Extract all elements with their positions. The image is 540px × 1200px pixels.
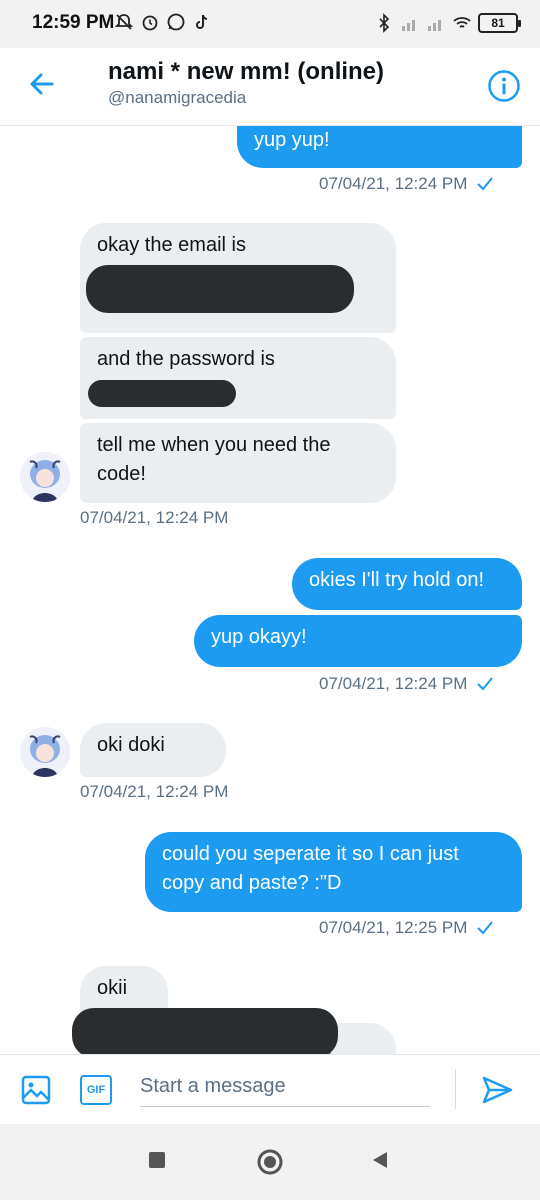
- message-input[interactable]: [140, 1067, 430, 1107]
- battery-indicator: 81: [478, 13, 521, 33]
- back-arrow-icon: [30, 73, 54, 95]
- message-text-line: could you seperate it so I can just: [162, 843, 459, 865]
- message-timestamp: 07/04/21, 12:24 PM: [80, 782, 228, 802]
- timestamp-text: 07/04/21, 12:24 PM: [319, 674, 468, 693]
- back-button[interactable]: [22, 64, 62, 104]
- timestamp-text: 07/04/21, 12:24 PM: [80, 508, 229, 527]
- message-text-line: tell me when you need the: [97, 434, 331, 456]
- conversation-header: nami * new mm! (online) @nanamigracedia: [0, 48, 540, 126]
- send-icon[interactable]: [480, 1073, 514, 1107]
- nav-circle-icon[interactable]: [256, 1148, 284, 1176]
- message-text-line: copy and paste? :"D: [162, 872, 342, 894]
- wifi-icon: [453, 17, 471, 28]
- message-timestamp: 07/04/21, 12:25 PM: [319, 918, 494, 938]
- timestamp-text: 07/04/21, 12:24 PM: [80, 782, 229, 801]
- message-timestamp: 07/04/21, 12:24 PM: [319, 674, 494, 694]
- message-text: okay the email is: [97, 234, 246, 256]
- message-text: oki doki: [97, 734, 165, 756]
- nav-back-triangle-icon[interactable]: [370, 1150, 390, 1170]
- sent-message[interactable]: yup yup!: [237, 126, 522, 168]
- message-composer: GIF: [0, 1054, 540, 1124]
- timestamp-text: 07/04/21, 12:24 PM: [319, 174, 468, 193]
- signal-icon: [402, 20, 415, 31]
- checkmark-icon: [477, 177, 494, 191]
- signal-icon-2: [428, 20, 441, 31]
- gif-button[interactable]: GIF: [80, 1075, 112, 1105]
- image-icon[interactable]: [20, 1074, 52, 1106]
- message-text: yup yup!: [254, 129, 330, 151]
- message-text: okii: [97, 977, 128, 999]
- avatar-image: [20, 727, 70, 777]
- tiktok-icon: [196, 14, 208, 29]
- conversation-title[interactable]: nami * new mm! (online): [108, 58, 384, 86]
- system-nav-bar: [0, 1124, 540, 1200]
- sent-message[interactable]: yup okayy!: [194, 615, 522, 667]
- avatar-image: [20, 452, 70, 502]
- status-left-icons: [114, 12, 212, 32]
- sent-message[interactable]: okies I'll try hold on!: [292, 558, 522, 610]
- composer-divider: [455, 1069, 456, 1109]
- avatar[interactable]: [20, 452, 70, 502]
- redaction-bar: [88, 380, 236, 407]
- gif-icon: GIF: [86, 1084, 106, 1096]
- mute-bell-icon: [114, 14, 134, 30]
- redaction-bar: [86, 265, 354, 313]
- avatar[interactable]: [20, 727, 70, 777]
- message-list[interactable]: yup yup! 07/04/21, 12:24 PM okay the ema…: [0, 126, 540, 1054]
- message-text: okies I'll try hold on!: [309, 569, 485, 591]
- info-icon: [488, 70, 520, 102]
- info-button[interactable]: [484, 66, 524, 106]
- alarm-icon: [142, 15, 158, 31]
- checkmark-icon: [477, 677, 494, 691]
- status-bar: 12:59 PM 81: [0, 0, 540, 48]
- message-timestamp: 07/04/21, 12:24 PM: [319, 174, 494, 194]
- nav-square-icon[interactable]: [147, 1150, 167, 1170]
- status-time: 12:59 PM: [32, 12, 115, 33]
- received-message[interactable]: oki doki: [80, 723, 226, 777]
- redaction-bar: [72, 1008, 338, 1054]
- message-text: yup okayy!: [211, 626, 307, 648]
- message-text-line: code!: [97, 463, 146, 485]
- received-message[interactable]: tell me when you need the code!: [80, 423, 396, 503]
- sent-message[interactable]: could you seperate it so I can just copy…: [145, 832, 522, 912]
- bluetooth-icon: [379, 13, 390, 33]
- message-text: and the password is: [97, 348, 275, 370]
- whatsapp-icon: [167, 13, 185, 31]
- status-right-icons: 81: [374, 13, 521, 33]
- timestamp-text: 07/04/21, 12:25 PM: [319, 918, 468, 937]
- conversation-handle[interactable]: @nanamigracedia: [108, 88, 246, 108]
- checkmark-icon: [477, 921, 494, 935]
- message-timestamp: 07/04/21, 12:24 PM: [80, 508, 228, 528]
